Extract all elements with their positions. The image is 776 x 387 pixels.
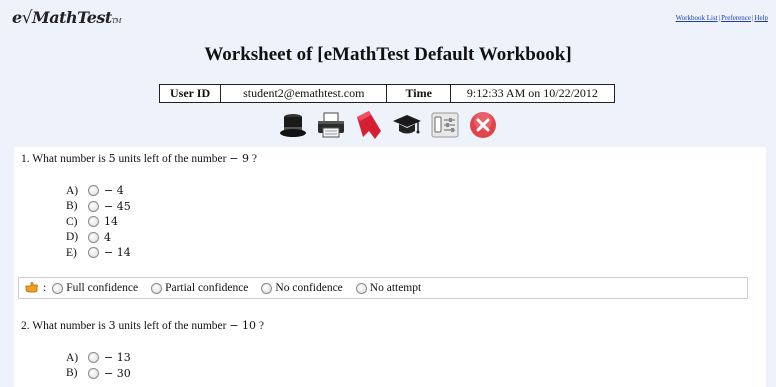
print-button[interactable] xyxy=(315,109,347,141)
pointing-hand-icon xyxy=(25,281,39,296)
page-title: Worksheet of [eMathTest Default Workbook… xyxy=(204,44,572,65)
logo-prefix: e xyxy=(12,8,22,27)
printer-icon xyxy=(318,112,344,138)
top-links: Workbook List|Preference|Help xyxy=(676,14,768,22)
choice-value: − 4 xyxy=(104,184,124,198)
question-1-choices: A) − 4 B) − 45 C) 14 D) 4 E) − 14 xyxy=(66,183,131,261)
question-text: units left of the number xyxy=(115,153,230,165)
close-button[interactable] xyxy=(467,109,499,141)
choice-value: − 14 xyxy=(104,246,131,260)
full-confidence-label: Full confidence xyxy=(66,282,139,294)
worksheet-content: 1. What number is 5 units left of the nu… xyxy=(14,147,766,387)
choice-letter: A) xyxy=(66,351,79,364)
choice-letter: B) xyxy=(66,200,78,213)
full-confidence-radio[interactable] xyxy=(52,282,64,294)
choice-radio[interactable] xyxy=(88,200,99,212)
partial-confidence-option[interactable]: Partial confidence xyxy=(151,282,248,294)
user-id-label: User ID xyxy=(158,84,222,103)
choice-value: − 45 xyxy=(104,199,131,213)
choice-letter: A) xyxy=(66,184,79,197)
user-id-value: student2@emathtest.com xyxy=(220,84,388,103)
top-bar: e√MathTestTM Workbook List|Preference|He… xyxy=(0,0,776,40)
question-text: 1. What number is xyxy=(21,153,109,165)
question-units: 3 xyxy=(108,319,116,332)
no-confidence-label: No confidence xyxy=(275,282,343,294)
choice-a: A) − 13 xyxy=(66,350,131,366)
emathtest-logo[interactable]: e√MathTestTM xyxy=(12,8,121,28)
no-attempt-option[interactable]: No attempt xyxy=(355,282,422,294)
partial-confidence-radio[interactable] xyxy=(151,282,163,294)
choice-a: A) − 4 xyxy=(66,183,131,199)
choice-letter: E) xyxy=(66,246,77,259)
workbook-list-link[interactable]: Workbook List xyxy=(676,14,718,22)
choice-b: B) − 30 xyxy=(66,366,131,382)
graduation-button[interactable] xyxy=(391,109,423,141)
bookmark-flag-icon xyxy=(357,111,381,139)
question-text: 2. What number is xyxy=(21,320,109,332)
no-confidence-option[interactable]: No confidence xyxy=(261,282,343,294)
link-separator: | xyxy=(718,14,721,22)
choice-value: 4 xyxy=(104,230,111,244)
question-units: 5 xyxy=(108,152,116,165)
choice-letter: B) xyxy=(66,367,78,380)
choice-letter: C) xyxy=(66,215,78,228)
bookmark-button[interactable] xyxy=(353,109,385,141)
question-number: − 9 xyxy=(229,152,250,165)
no-attempt-label: No attempt xyxy=(369,282,422,294)
choice-radio[interactable] xyxy=(88,216,99,228)
settings-panel-icon xyxy=(431,112,459,138)
close-icon xyxy=(470,112,496,138)
top-hat-icon xyxy=(280,114,306,137)
choice-radio[interactable] xyxy=(88,367,99,379)
choice-value: − 13 xyxy=(104,351,131,365)
help-link[interactable]: Help xyxy=(754,14,768,22)
choice-value: 14 xyxy=(104,215,118,229)
choice-radio[interactable] xyxy=(88,247,99,259)
choice-c: C) 14 xyxy=(66,214,131,230)
confidence-separator: : xyxy=(43,282,47,294)
choice-value: − 30 xyxy=(104,366,131,380)
choice-b: B) − 45 xyxy=(66,199,131,215)
time-value: 9:12:33 AM on 10/22/2012 xyxy=(449,84,615,103)
logo-radical: √ xyxy=(21,8,33,28)
preference-link[interactable]: Preference xyxy=(721,14,751,22)
choice-radio[interactable] xyxy=(88,352,99,364)
question-text: ? xyxy=(256,320,265,332)
choice-radio[interactable] xyxy=(88,231,99,243)
choice-d: D) 4 xyxy=(66,230,131,246)
question-number: − 10 xyxy=(229,319,257,332)
question-2-choices: A) − 13 B) − 30 xyxy=(66,350,131,381)
time-label: Time xyxy=(386,84,451,103)
choice-e: E) − 14 xyxy=(66,245,131,261)
no-confidence-radio[interactable] xyxy=(261,282,273,294)
logo-text: MathTest xyxy=(32,8,112,27)
question-text: ? xyxy=(249,153,258,165)
logo-trademark: TM xyxy=(111,18,122,25)
question-text: units left of the number xyxy=(115,320,230,332)
full-confidence-option[interactable]: Full confidence xyxy=(52,282,138,294)
no-attempt-radio[interactable] xyxy=(355,282,367,294)
confidence-bar: : Full confidence Partial confidence No … xyxy=(18,277,748,299)
top-hat-button[interactable] xyxy=(277,109,309,141)
graduation-cap-icon xyxy=(393,115,421,134)
question-2-text: 2. What number is 3 units left of the nu… xyxy=(21,319,264,332)
info-table: User ID student2@emathtest.com Time 9:12… xyxy=(158,84,615,103)
partial-confidence-label: Partial confidence xyxy=(165,282,249,294)
choice-letter: D) xyxy=(66,231,79,244)
question-1-text: 1. What number is 5 units left of the nu… xyxy=(21,152,257,165)
settings-button[interactable] xyxy=(429,109,461,141)
choice-radio[interactable] xyxy=(88,185,99,197)
toolbar xyxy=(0,108,776,142)
